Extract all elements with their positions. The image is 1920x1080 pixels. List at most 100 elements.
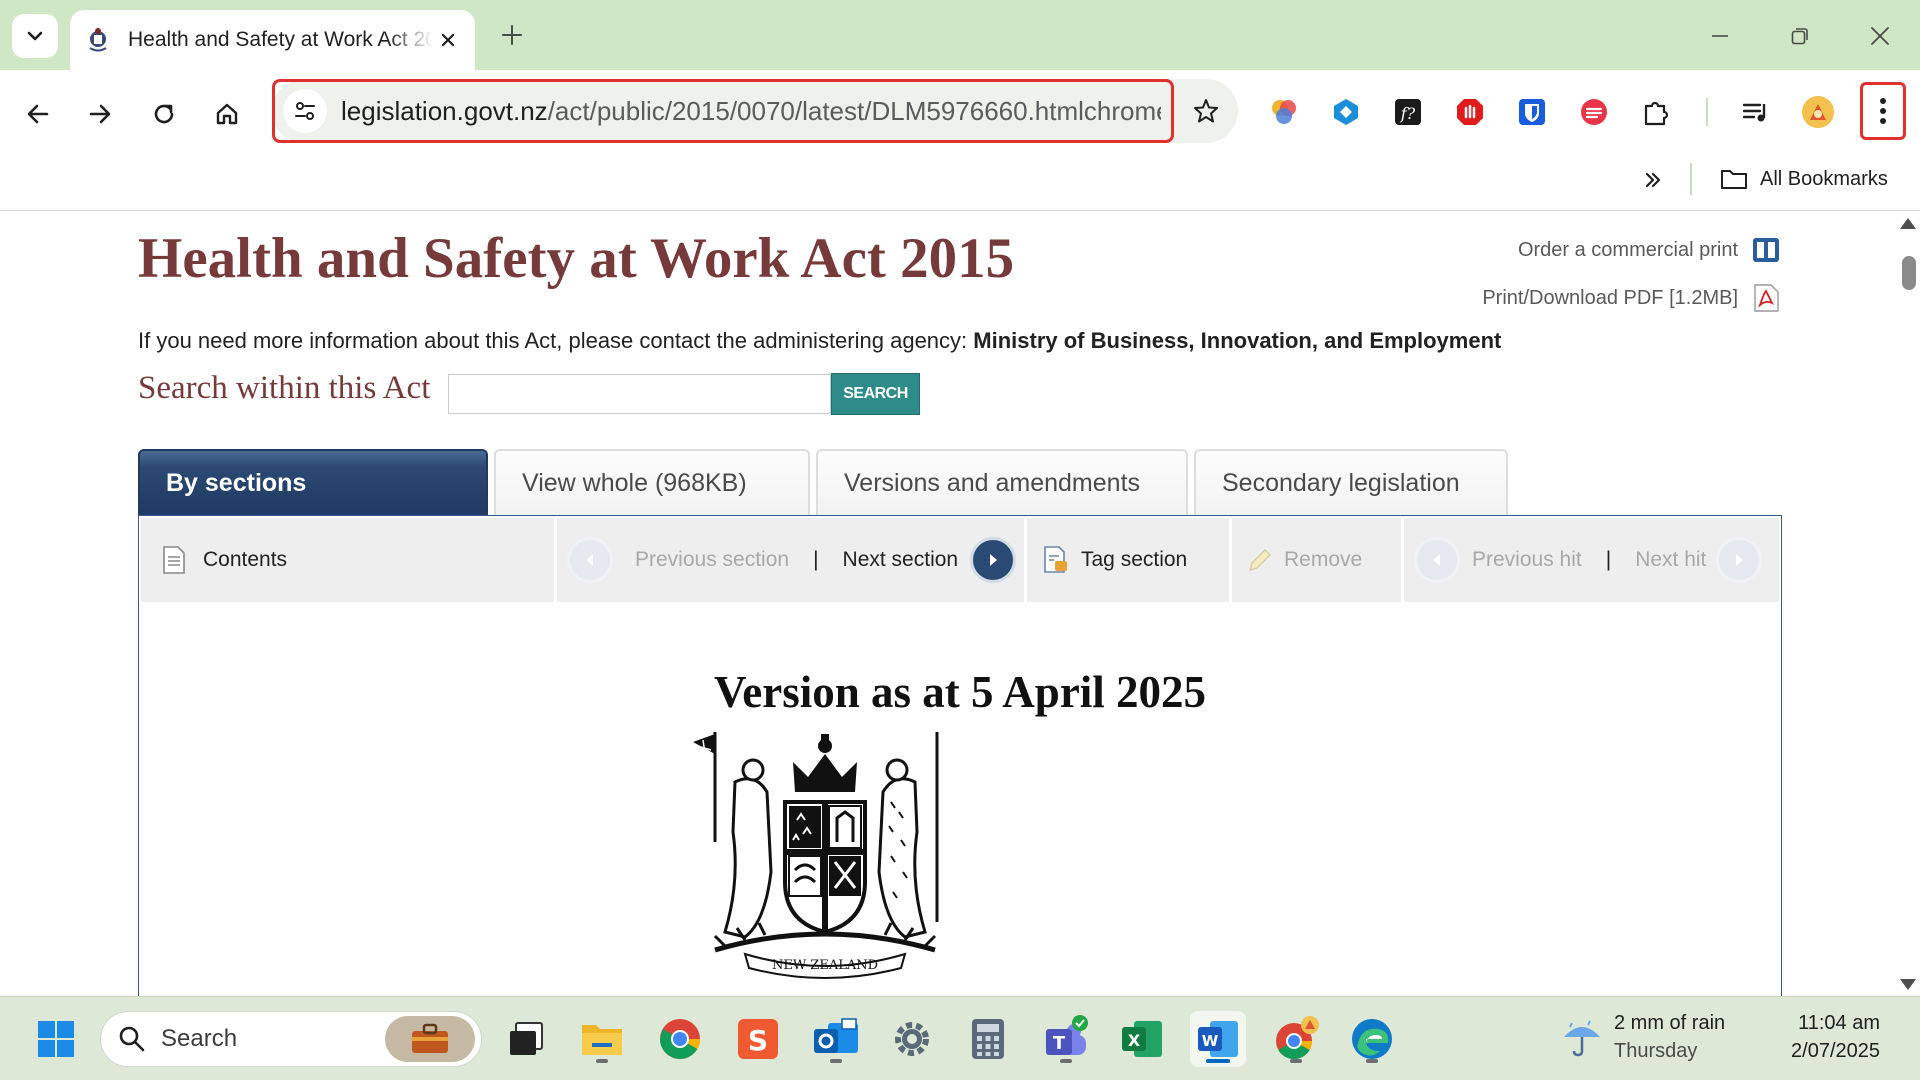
close-tab-icon[interactable] [435,27,461,53]
scrollbar-thumb[interactable] [1902,256,1916,290]
svg-text:T: T [1053,1033,1066,1054]
page-scrollbar[interactable] [1896,212,1920,996]
start-button[interactable] [28,1011,84,1067]
remove-button[interactable]: Remove [1232,518,1404,602]
scroll-down-arrow-icon[interactable] [1900,979,1916,990]
taskbar-search-placeholder: Search [161,1025,238,1052]
next-section-icon[interactable] [970,537,1017,583]
version-heading: Version as at 5 April 2025 [713,667,1207,717]
weather-main: 2 mm of rain [1614,1012,1726,1034]
clock-date: 2/07/2025 [1791,1040,1880,1062]
colorful-extension-icon[interactable] [1262,90,1306,134]
bookmarks-overflow-button[interactable] [1636,163,1670,197]
all-bookmarks-button[interactable]: All Bookmarks [1720,161,1888,197]
toolbar-separator [1706,98,1708,126]
tab-versions-and-amendments[interactable]: Versions and amendments [816,449,1188,515]
star-icon [1194,99,1218,123]
arrow-right-icon [89,104,111,124]
close-window-button[interactable] [1862,18,1898,54]
edge-icon[interactable] [1344,1011,1400,1067]
puzzle-extensions-icon[interactable] [1634,90,1678,134]
tab-by-sections[interactable]: By sections [138,449,488,515]
tab-secondary-legislation[interactable]: Secondary legislation [1194,449,1508,515]
tag-section-button[interactable]: Tag section [1027,518,1232,602]
running-indicator [1366,1059,1378,1063]
blue-extension-icon[interactable] [1324,90,1368,134]
reload-icon [154,104,174,124]
scroll-up-arrow-icon[interactable] [1900,218,1916,229]
contents-label: Contents [203,548,288,571]
reload-button[interactable] [142,92,186,136]
running-indicator [830,1059,842,1063]
running-indicator [1060,1059,1072,1063]
pdf-download-label: Print/Download PDF [1.2MB] [1482,286,1738,309]
pdf-download-link[interactable]: Print/Download PDF [1.2MB] [1482,274,1782,322]
search-button[interactable]: SEARCH [831,373,920,415]
teams-icon[interactable]: T [1038,1011,1094,1067]
svg-text:f?: f? [1400,104,1416,123]
media-controls-icon[interactable] [1734,90,1778,134]
weather-widget[interactable]: 2 mm of rain Thursday [1560,1009,1725,1065]
address-bar[interactable]: legislation.govt.nz/act/public/2015/0070… [272,79,1174,143]
bookmark-star-button[interactable] [1184,89,1228,133]
minimize-icon [1712,35,1728,37]
close-icon [1871,27,1889,45]
excel-icon[interactable]: X [1114,1011,1170,1067]
pencil-icon [1248,549,1271,572]
previous-section-label[interactable]: Previous section [635,548,789,572]
bookmarks-bar: All Bookmarks [0,155,1920,211]
restore-button[interactable] [1782,18,1818,54]
windows-taskbar: Search S T X W 2 mm of rain Thursday 11:… [0,996,1920,1080]
chrome-menu-button[interactable] [1860,82,1906,140]
browser-toolbar: legislation.govt.nz/act/public/2015/0070… [0,70,1920,155]
home-button[interactable] [205,92,249,136]
chrome-icon[interactable] [652,1011,708,1067]
agency-name: Ministry of Business, Innovation, and Em… [973,328,1502,353]
ublock-icon[interactable] [1448,90,1492,134]
system-clock[interactable]: 11:04 am 2/07/2025 [1770,1009,1880,1065]
taskbar-search[interactable]: Search [100,1011,482,1067]
task-view-icon[interactable] [498,1011,554,1067]
double-chevron-right-icon [1645,172,1661,188]
arrow-left-icon [27,104,49,124]
page-viewport: Health and Safety at Work Act 2015 Order… [0,212,1920,996]
bitwarden-icon[interactable] [1510,90,1554,134]
chevron-down-icon [27,31,43,41]
url-host: legislation.govt.nz [341,95,548,126]
outlook-icon[interactable] [808,1011,864,1067]
slides-icon[interactable]: S [730,1011,786,1067]
new-tab-button[interactable] [495,18,529,52]
act-title: Health and Safety at Work Act 2015 [138,227,1015,290]
previous-hit-label[interactable]: Previous hit [1472,548,1582,572]
search-within-act-input[interactable] [448,374,831,414]
minimize-button[interactable] [1702,18,1738,54]
back-button[interactable] [16,92,60,136]
word-icon[interactable]: W [1190,1011,1246,1067]
order-print-label: Order a commercial print [1517,238,1738,261]
coat-of-arms-lettering: NEW ZEALAND [772,958,878,973]
restore-icon [1791,28,1808,45]
chrome-profile-icon[interactable] [1268,1011,1324,1067]
browser-tab[interactable]: Health and Safety at Work Act 2015 [70,10,475,70]
svg-text:X: X [1128,1031,1141,1050]
file-explorer-icon[interactable] [574,1011,630,1067]
next-hit-label[interactable]: Next hit [1635,548,1706,572]
section-navigation-toolbar: Contents Previous section | Next section… [141,518,1779,602]
tab-view-whole[interactable]: View whole (968KB) [494,449,810,515]
calculator-icon[interactable] [960,1011,1016,1067]
act-side-links: Order a commercial print Print/Download … [1482,226,1782,322]
next-section-label[interactable]: Next section [843,548,959,572]
whatfont-icon[interactable]: f? [1386,90,1430,134]
nav-separator: | [813,548,819,571]
order-print-link[interactable]: Order a commercial print [1482,226,1782,274]
red-extension-icon[interactable] [1572,90,1616,134]
tab-search-button[interactable] [12,14,58,58]
windows-start-icon [38,1021,74,1057]
settings-icon[interactable] [884,1011,940,1067]
site-info-icon[interactable] [283,89,327,133]
forward-button[interactable] [78,92,122,136]
tag-document-icon [1044,546,1067,573]
agency-note: If you need more information about this … [138,328,1501,354]
profile-avatar-icon[interactable] [1796,90,1840,134]
contents-button[interactable]: Contents [141,518,557,602]
